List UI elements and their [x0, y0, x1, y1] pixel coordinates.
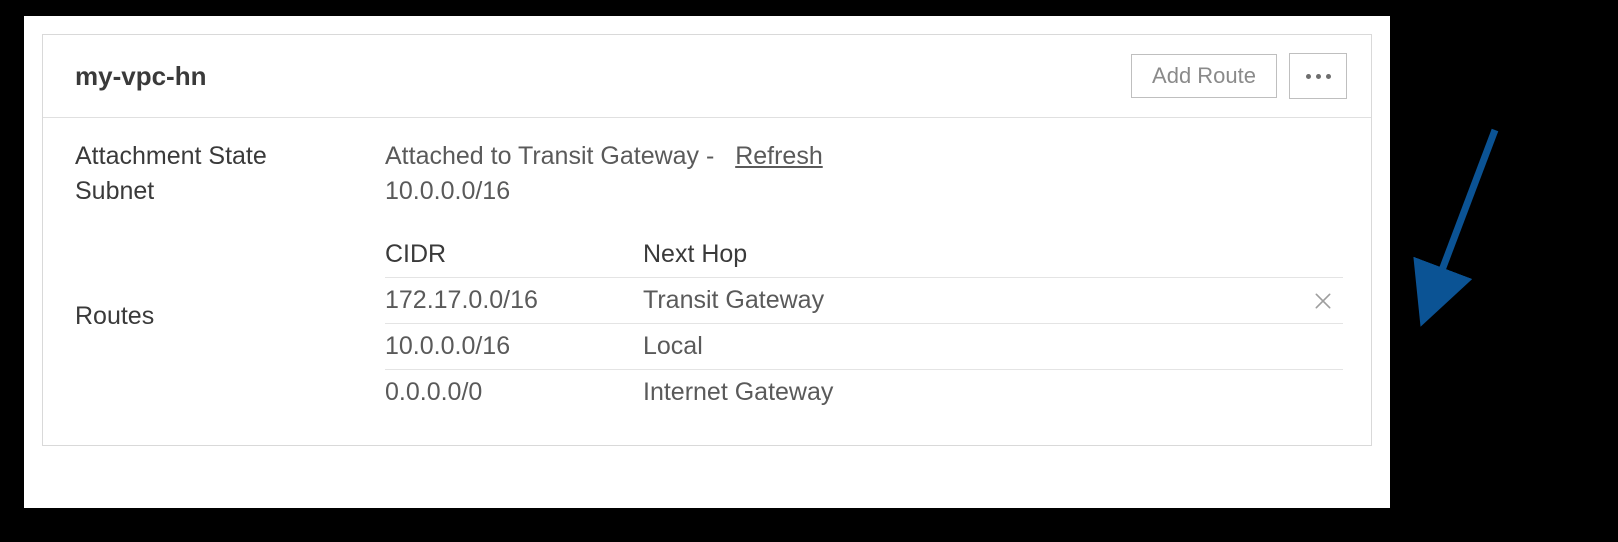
annotation-arrow-icon	[1400, 120, 1520, 340]
subnet-label: Subnet	[75, 177, 385, 206]
routes-table: CIDR Next Hop 172.17.0.0/16 Transit Gate…	[385, 240, 1343, 415]
refresh-link[interactable]: Refresh	[735, 142, 823, 170]
page-frame: my-vpc-hn Add Route Attachment State Att…	[24, 16, 1390, 508]
route-next-hop: Internet Gateway	[643, 378, 1303, 407]
ellipsis-icon	[1306, 74, 1311, 79]
route-cidr: 10.0.0.0/16	[385, 332, 643, 361]
col-header-cidr: CIDR	[385, 240, 643, 269]
card-actions: Add Route	[1131, 53, 1347, 99]
routes-label: Routes	[75, 240, 385, 331]
table-row: 0.0.0.0/0 Internet Gateway	[385, 370, 1343, 415]
routes-section: Routes CIDR Next Hop 172.17.0.0/16 Trans…	[75, 240, 1343, 415]
delete-route-button[interactable]	[1313, 291, 1333, 311]
subnet-value: 10.0.0.0/16	[385, 177, 510, 206]
table-row: 172.17.0.0/16 Transit Gateway	[385, 278, 1343, 324]
table-row: 10.0.0.0/16 Local	[385, 324, 1343, 370]
attachment-state-value: Attached to Transit Gateway - Refresh	[385, 142, 823, 171]
col-header-next-hop: Next Hop	[643, 240, 1303, 269]
close-icon	[1313, 291, 1333, 311]
route-cidr: 172.17.0.0/16	[385, 286, 643, 315]
route-cidr: 0.0.0.0/0	[385, 378, 643, 407]
add-route-button[interactable]: Add Route	[1131, 54, 1277, 98]
vpc-card: my-vpc-hn Add Route Attachment State Att…	[42, 34, 1372, 446]
attachment-state-label: Attachment State	[75, 142, 385, 171]
routes-header-row: CIDR Next Hop	[385, 240, 1343, 278]
card-body: Attachment State Attached to Transit Gat…	[43, 118, 1371, 445]
card-header: my-vpc-hn Add Route	[43, 35, 1371, 118]
route-next-hop: Local	[643, 332, 1303, 361]
more-actions-button[interactable]	[1289, 53, 1347, 99]
attachment-state-row: Attachment State Attached to Transit Gat…	[75, 142, 1343, 171]
vpc-title: my-vpc-hn	[75, 61, 206, 92]
subnet-row: Subnet 10.0.0.0/16	[75, 177, 1343, 206]
route-next-hop: Transit Gateway	[643, 286, 1303, 315]
